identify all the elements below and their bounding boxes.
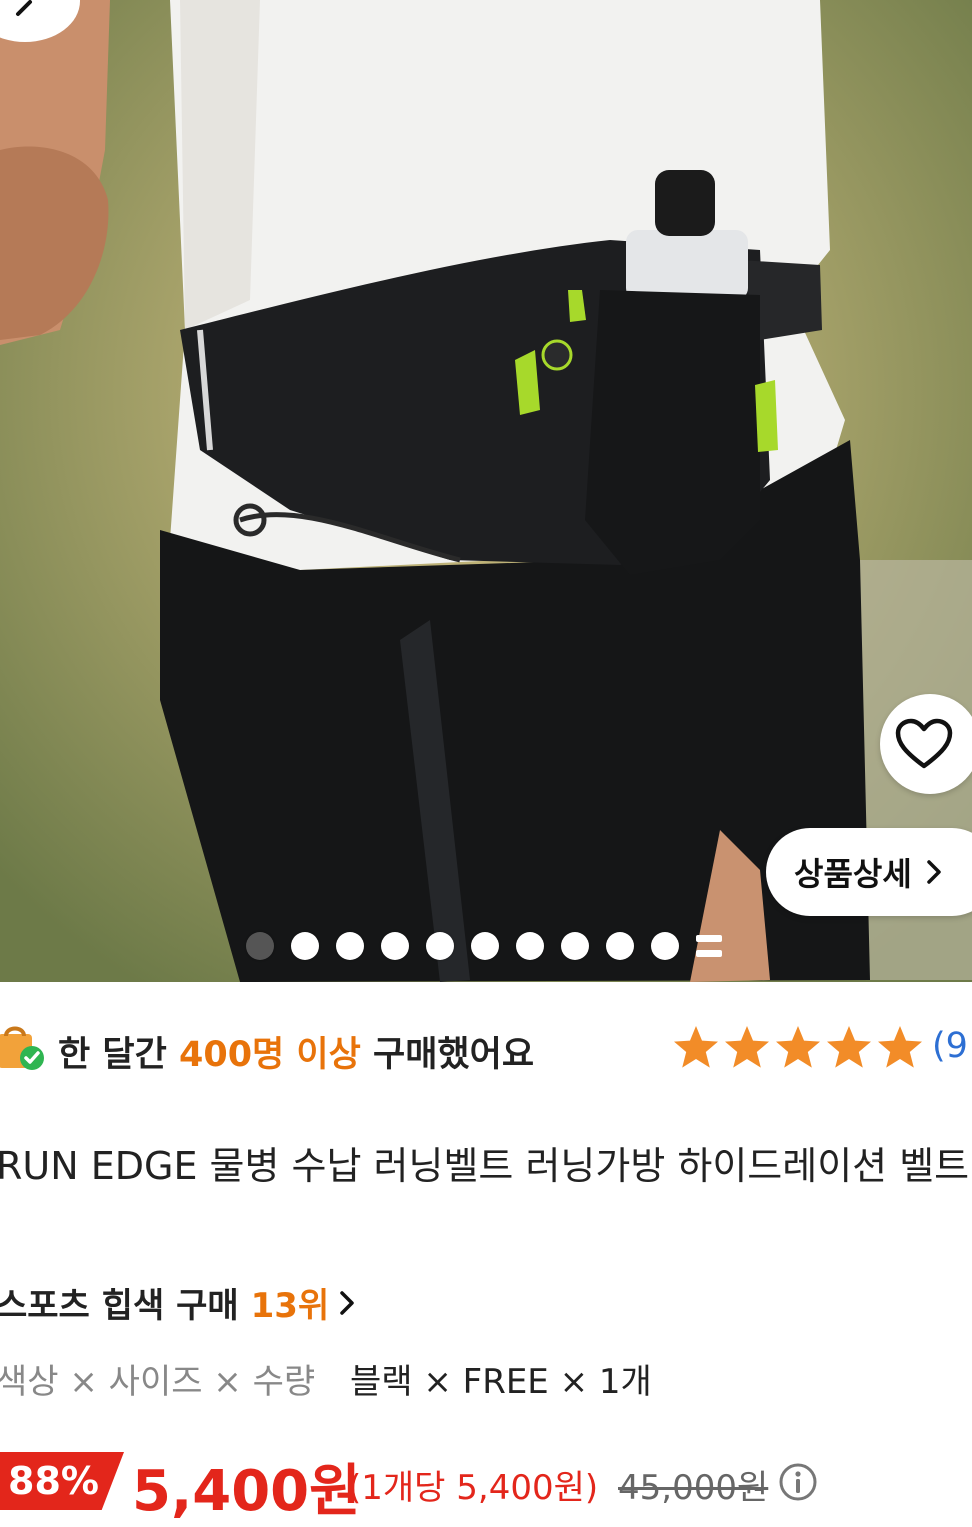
carousel-dot[interactable] (381, 932, 409, 960)
option-values: 블랙 × FREE × 1개 (349, 1362, 652, 1402)
star-icon (725, 1026, 769, 1068)
star-icon (827, 1026, 871, 1068)
info-icon[interactable] (778, 1462, 818, 1506)
product-detail-label: 상품상세 (794, 855, 912, 893)
purchase-suffix: 구매했어요 (360, 1035, 535, 1075)
carousel-dot[interactable] (651, 932, 679, 960)
rating-stars[interactable] (672, 1024, 927, 1070)
option-labels: 색상 × 사이즈 × 수량 (0, 1362, 316, 1402)
category-rank-link[interactable]: 스포츠 힙색 구매 13위 (0, 1278, 355, 1327)
review-count-link[interactable]: (9 (932, 1026, 968, 1066)
heart-icon (895, 718, 953, 769)
carousel-dot[interactable] (471, 932, 499, 960)
chevron-right-icon (339, 1289, 355, 1317)
carousel-dot[interactable] (291, 932, 319, 960)
carousel-dot[interactable] (336, 932, 364, 960)
carousel-dot[interactable] (426, 932, 454, 960)
product-title: RUN EDGE 물병 수납 러닝벨트 러닝가방 하이드레이션 벨트 (0, 1144, 970, 1188)
carousel-dot[interactable] (516, 932, 544, 960)
sale-price: 5,400원 (132, 1459, 361, 1524)
carousel-dot[interactable] (561, 932, 589, 960)
monthly-purchase-text: 한 달간 400명 이상 구매했어요 (58, 1026, 534, 1077)
wishlist-button[interactable] (880, 694, 972, 794)
discount-badge: 88% (0, 1452, 124, 1510)
chevron-left-icon (16, 0, 32, 16)
product-image-carousel[interactable]: 상품상세 (0, 0, 972, 982)
star-icon (776, 1026, 820, 1068)
carousel-dot[interactable] (246, 932, 274, 960)
price-row: 88% 5,400원 (1개당 5,400원) 45,000원 (0, 1446, 972, 1524)
rank-category-label: 스포츠 힙색 구매 (0, 1286, 239, 1326)
product-detail-button[interactable]: 상품상세 (766, 828, 972, 916)
selected-options[interactable]: 색상 × 사이즈 × 수량 블랙 × FREE × 1개 (0, 1354, 652, 1403)
unit-price: (1개당 5,400원) (348, 1468, 599, 1508)
purchase-prefix: 한 달간 (58, 1035, 179, 1075)
carousel-dot[interactable] (606, 932, 634, 960)
rank-number: 13위 (250, 1286, 330, 1326)
chevron-right-icon (926, 859, 942, 885)
star-icon (674, 1026, 718, 1068)
purchase-stat-row: 한 달간 400명 이상 구매했어요 (9 (0, 1018, 972, 1080)
carousel-indicator (246, 931, 722, 961)
purchase-count: 400명 이상 (178, 1035, 361, 1075)
star-icon (878, 1026, 922, 1068)
original-price: 45,000원 (618, 1468, 769, 1508)
carousel-more-icon (696, 935, 722, 957)
shopping-bag-check-icon (0, 1020, 50, 1080)
